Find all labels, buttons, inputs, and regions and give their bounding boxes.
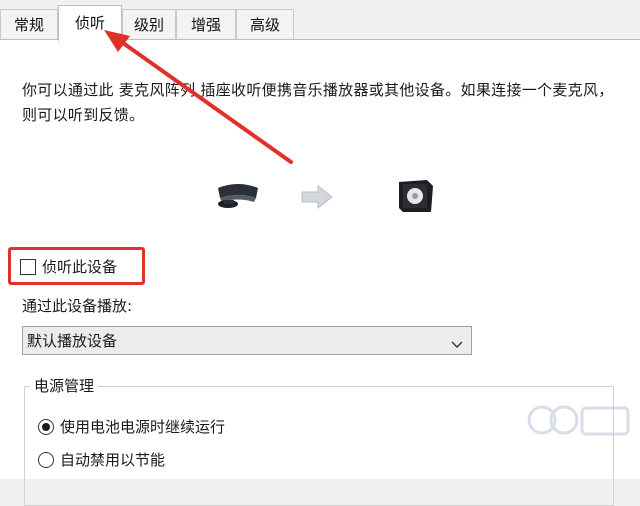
tab-label: 侦听: [74, 14, 105, 32]
tab-label: 常规: [13, 16, 44, 34]
radio-continue-on-battery[interactable]: [38, 419, 54, 435]
listen-checkbox-label[interactable]: 侦听此设备: [42, 257, 117, 277]
listen-description: 你可以通过此 麦克风阵列 插座收听便携音乐播放器或其他设备。如果连接一个麦克风，…: [22, 81, 614, 124]
tab-listen[interactable]: 侦听: [58, 5, 122, 41]
chevron-down-icon: [451, 335, 463, 354]
right-arrow-icon: [300, 184, 334, 214]
tab-enhancements[interactable]: 增强: [176, 9, 236, 39]
watermark-logo-icon: [524, 398, 634, 454]
tab-general[interactable]: 常规: [0, 9, 58, 39]
radio-label[interactable]: 自动禁用以节能: [60, 450, 165, 470]
tab-label: 增强: [190, 16, 221, 34]
tab-advanced[interactable]: 高级: [236, 9, 294, 39]
microphone-device-icon: [214, 178, 262, 218]
radio-auto-disable[interactable]: [38, 452, 54, 468]
tab-levels[interactable]: 级别: [122, 9, 176, 39]
listen-checkbox[interactable]: [20, 259, 36, 275]
playback-device-select[interactable]: 默认播放设备: [22, 326, 472, 355]
power-management-title: 电源管理: [30, 376, 99, 396]
playback-device-value: 默认播放设备: [27, 332, 118, 350]
tab-label: 高级: [249, 16, 280, 34]
speaker-device-icon: [397, 178, 435, 218]
playback-device-label: 通过此设备播放:: [22, 297, 133, 315]
tab-label: 级别: [133, 16, 164, 34]
tab-strip: 常规 侦听 级别 增强 高级: [0, 0, 640, 41]
radio-label[interactable]: 使用电池电源时继续运行: [60, 417, 225, 437]
